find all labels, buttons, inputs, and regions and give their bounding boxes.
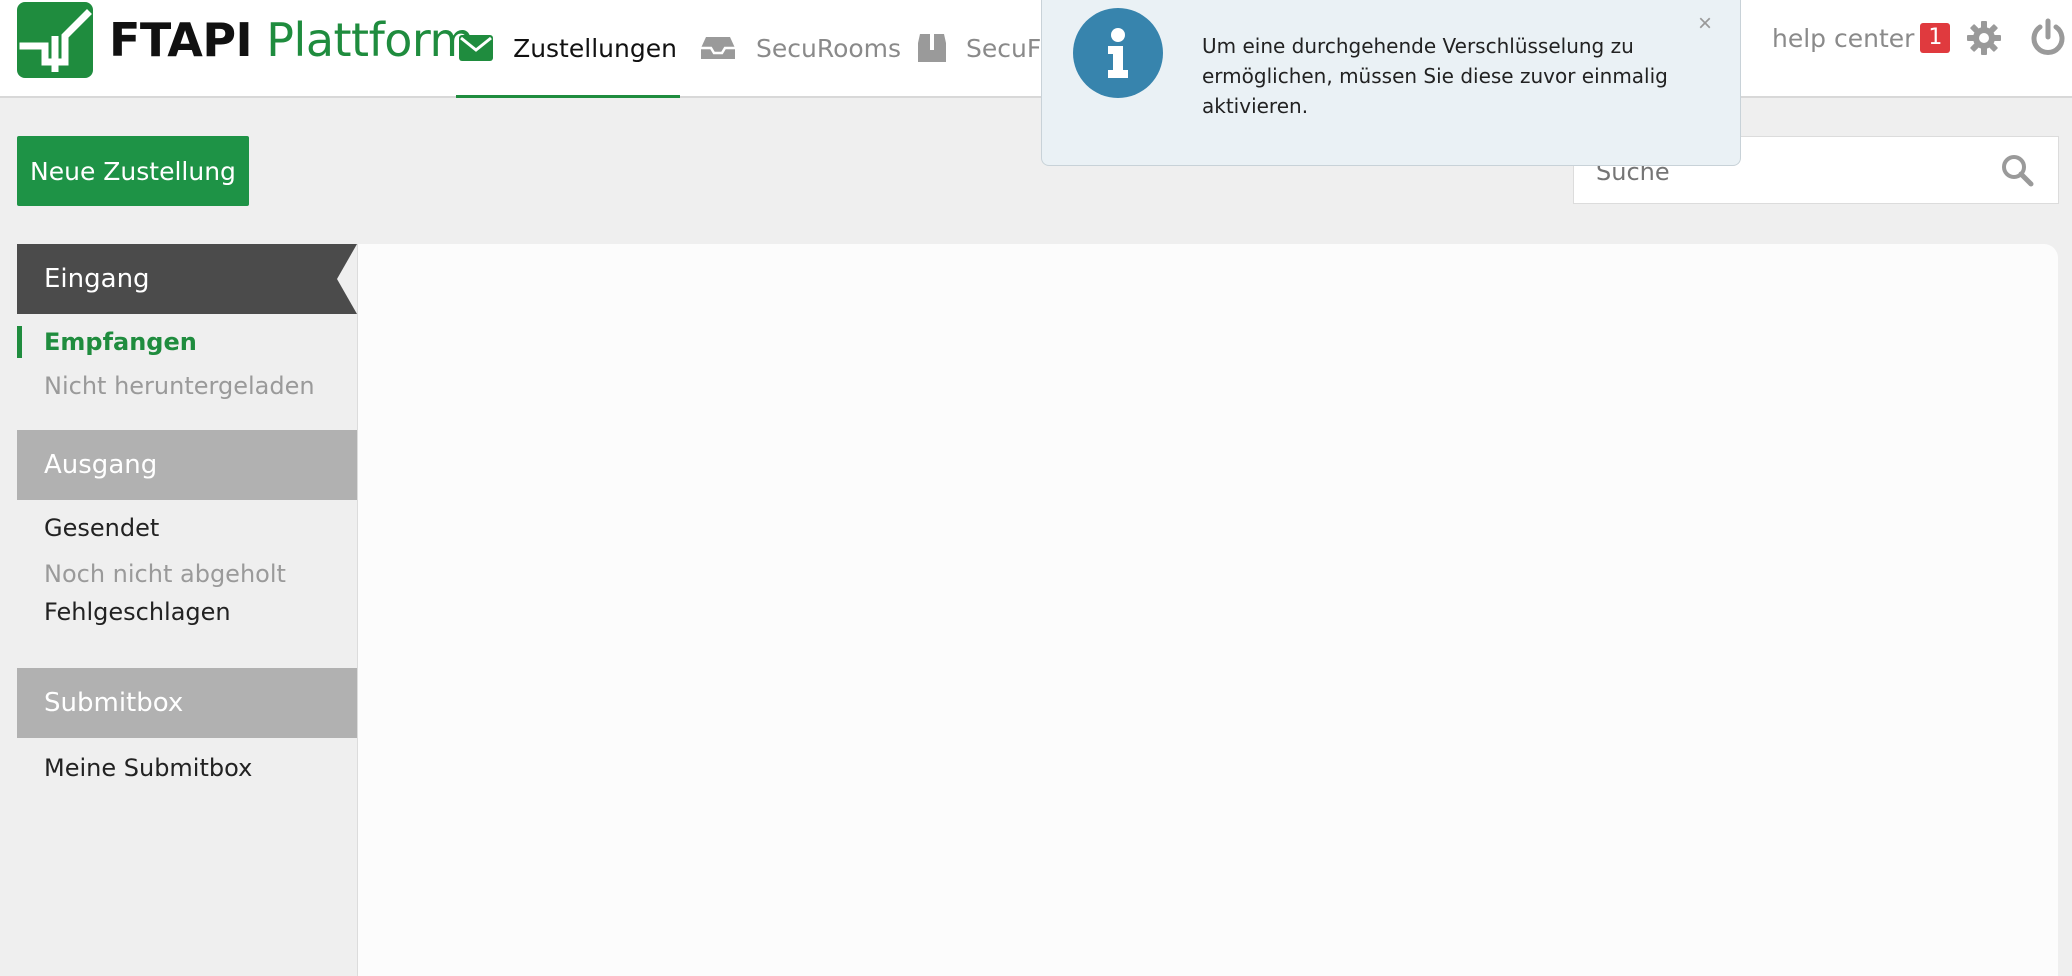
- inbox-tray-icon: [700, 35, 736, 61]
- tab-zustellungen[interactable]: Zustellungen: [456, 0, 680, 98]
- info-notification: Um eine durchgehende Verschlüsselung zu …: [1041, 0, 1741, 166]
- help-center-label: help center: [1772, 23, 1915, 53]
- power-icon[interactable]: [2030, 18, 2066, 62]
- sidebar-section-eingang[interactable]: Eingang: [17, 244, 357, 314]
- main-content-panel: [358, 244, 2058, 976]
- top-navigation-bar: FTAPI Plattform Zustellungen SecuRooms S…: [0, 0, 2072, 98]
- new-delivery-button[interactable]: Neue Zustellung: [17, 136, 249, 206]
- tab-label: SecuRooms: [756, 33, 902, 63]
- sidebar-item-meine-submitbox[interactable]: Meine Submitbox: [17, 752, 357, 784]
- tab-secufo[interactable]: SecuFo: [918, 0, 1056, 96]
- envelope-icon: [459, 35, 494, 61]
- logo-product: Plattform: [266, 13, 474, 67]
- app-logo[interactable]: FTAPI Plattform: [17, 2, 474, 78]
- sidebar-section-submitbox[interactable]: Submitbox: [17, 668, 357, 738]
- sidebar-item-fehlgeschlagen[interactable]: Fehlgeschlagen: [17, 596, 357, 628]
- gear-icon[interactable]: [1966, 20, 2002, 60]
- search-icon[interactable]: [2000, 153, 2034, 191]
- close-icon[interactable]: ×: [1698, 10, 1712, 38]
- logo-brand: FTAPI: [109, 13, 253, 67]
- notification-badge: 1: [1920, 23, 1951, 53]
- tab-label: Zustellungen: [513, 33, 677, 63]
- sidebar-item-empfangen[interactable]: Empfangen: [17, 326, 357, 358]
- notification-message: Um eine durchgehende Verschlüsselung zu …: [1202, 34, 1668, 118]
- sidebar-section-ausgang[interactable]: Ausgang: [17, 430, 357, 500]
- sidebar-item-gesendet[interactable]: Gesendet: [17, 512, 357, 544]
- info-icon: [1073, 8, 1163, 98]
- tab-securooms[interactable]: SecuRooms: [700, 0, 901, 96]
- sidebar: Eingang Empfangen Nicht heruntergeladen …: [17, 244, 358, 976]
- logo-wordmark: FTAPI Plattform: [109, 2, 474, 78]
- sidebar-item-nicht-heruntergeladen[interactable]: Nicht heruntergeladen: [17, 370, 357, 402]
- box-icon: [918, 34, 946, 62]
- help-center-link[interactable]: help center 1: [1772, 18, 1951, 58]
- logo-mark-icon: [17, 2, 93, 78]
- sidebar-item-noch-nicht-abgeholt[interactable]: Noch nicht abgeholt: [17, 558, 357, 590]
- active-tab-underline: [456, 95, 680, 98]
